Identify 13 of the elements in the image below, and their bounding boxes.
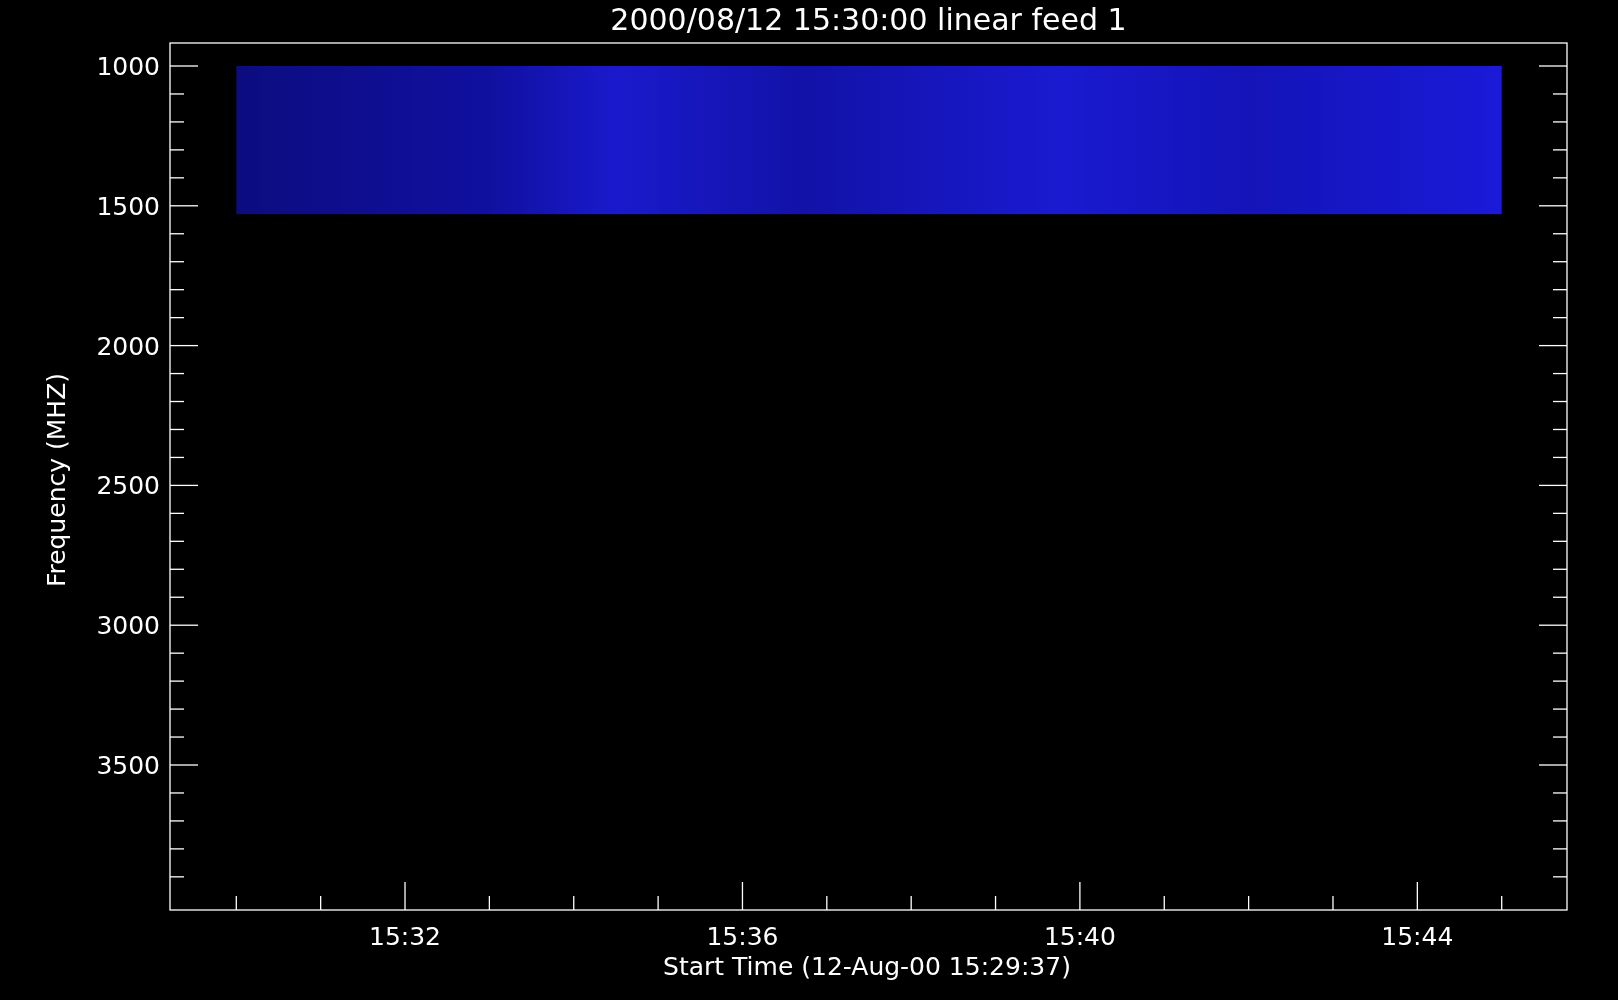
- x-tick-label: 15:40: [1043, 922, 1116, 951]
- plot-title: 2000/08/12 15:30:00 linear feed 1: [610, 2, 1127, 37]
- x-tick-label: 15:36: [706, 922, 779, 951]
- x-tick-label: 15:32: [369, 922, 442, 951]
- y-tick-label: 3000: [96, 611, 160, 641]
- x-axis-label: Start Time (12-Aug-00 15:29:37): [663, 952, 1071, 981]
- y-tick-label: 1000: [96, 52, 160, 81]
- y-tick-label: 2500: [96, 471, 160, 501]
- y-tick-label: 1500: [96, 191, 160, 221]
- y-tick-label: 3500: [96, 751, 160, 780]
- y-axis-label: Frequency (MHZ): [42, 372, 71, 588]
- y-tick-label: 2000: [96, 331, 160, 361]
- x-tick-label: 15:44: [1381, 922, 1454, 951]
